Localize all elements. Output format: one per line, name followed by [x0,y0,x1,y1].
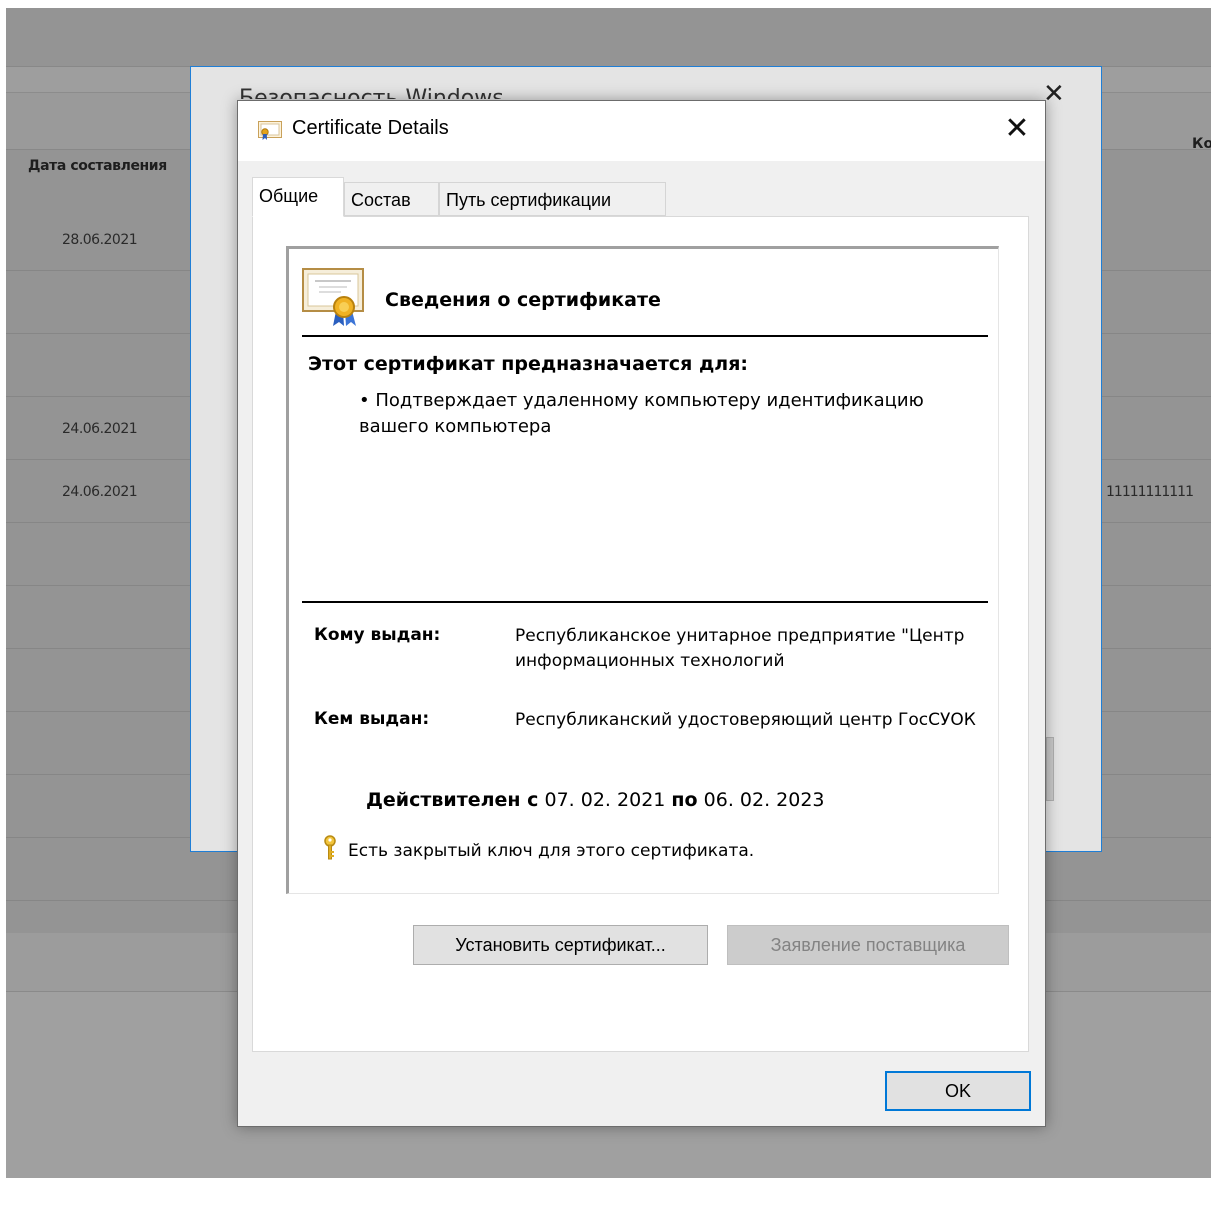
tab-details[interactable]: Состав [344,182,439,216]
certificate-seal-icon [302,268,364,326]
purpose-heading: Этот сертификат предназначается для: [308,353,749,375]
issued-to-value: Республиканское унитарное предприятие "Ц… [515,626,965,671]
dialog-title: Certificate Details [292,117,449,139]
certificate-details-dialog: Certificate Details ✕ Общие Состав Путь … [237,100,1046,1127]
general-tab-panel: Сведения о сертификате Этот сертификат п… [252,216,1029,1052]
security-dialog-title: Безопасность Windows [239,86,504,99]
column-header-k: Ко [1192,136,1211,152]
issued-to-label: Кому выдан: [314,625,441,645]
install-certificate-button[interactable]: Установить сертификат... [413,925,708,965]
row-extra-value: 11111111111 [1106,484,1194,500]
title-bar: Certificate Details ✕ [238,101,1045,161]
private-key-row: Есть закрытый ключ для этого сертификата… [322,835,754,861]
tab-general[interactable]: Общие [252,177,344,217]
validity-row: Действителен с 07. 02. 2021 по 06. 02. 2… [366,789,825,811]
private-key-note: Есть закрытый ключ для этого сертификата… [348,841,755,861]
row-date: 24.06.2021 [62,421,138,437]
row-date: 28.06.2021 [62,232,138,248]
row-date: 24.06.2021 [62,484,138,500]
ok-button[interactable]: OK [885,1071,1031,1111]
purpose-item: • Подтверждает удаленному компьютеру иде… [359,390,924,437]
certificate-icon [258,121,282,140]
column-header-date: Дата составления [28,158,167,174]
security-close-icon[interactable]: ✕ [1043,81,1065,107]
issuer-statement-button: Заявление поставщика [727,925,1009,965]
issued-by-label: Кем выдан: [314,709,430,729]
tab-certification-path[interactable]: Путь сертификации [439,182,666,216]
valid-to-date: 06. 02. 2023 [703,789,825,811]
close-icon[interactable]: ✕ [1002,111,1032,147]
divider-bottom [302,601,988,603]
security-dialog-button-edge [1046,737,1054,801]
issued-by-value: Республиканский удостоверяющий центр Гос… [515,710,976,730]
certificate-info-box: Сведения о сертификате Этот сертификат п… [286,246,999,894]
valid-to-label: по [671,789,698,811]
certificate-info-title: Сведения о сертификате [385,289,661,311]
divider-top [302,335,988,337]
valid-from-date: 07. 02. 2021 [544,789,666,811]
valid-from-label: Действителен с [366,789,539,811]
key-icon [324,835,336,860]
